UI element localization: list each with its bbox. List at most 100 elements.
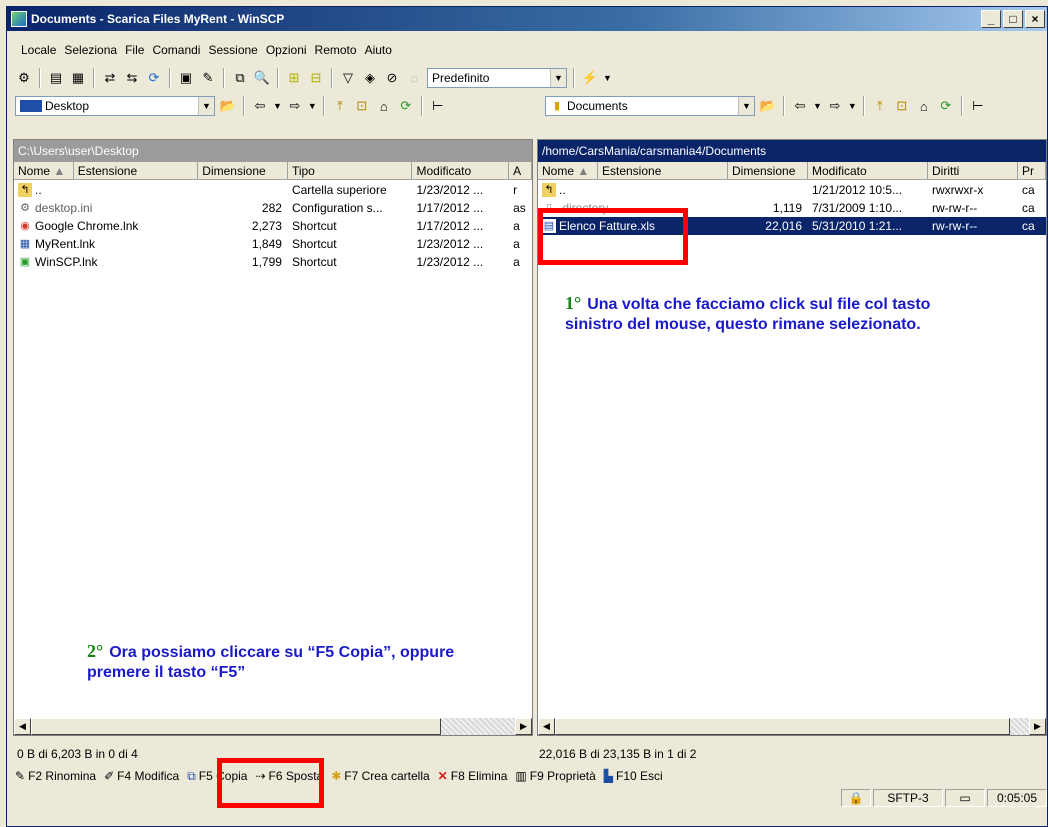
col-tipo[interactable]: Tipo — [288, 162, 413, 179]
col-dimensione[interactable]: Dimensione — [198, 162, 288, 179]
col-estensione[interactable]: Estensione — [598, 162, 728, 179]
preferences-gear-icon[interactable]: ⚙ — [15, 69, 33, 87]
chevron-down-icon[interactable]: ▼ — [198, 97, 214, 115]
open-folder-icon[interactable]: 📂 — [219, 97, 237, 115]
rename-icon: ✎ — [15, 769, 26, 783]
refresh-icon[interactable]: ⟳ — [145, 69, 163, 87]
menu-sessione[interactable]: Sessione — [204, 43, 261, 57]
refresh-icon[interactable]: ⟳ — [937, 97, 955, 115]
chevron-down-icon[interactable]: ▼ — [308, 101, 317, 111]
col-attributi[interactable]: A — [509, 162, 533, 179]
transfer-options-icon[interactable]: ⚡ — [581, 69, 599, 87]
console-icon[interactable]: ▤ — [47, 69, 65, 87]
menu-opzioni[interactable]: Opzioni — [262, 43, 311, 57]
chevron-down-icon[interactable]: ▼ — [738, 97, 754, 115]
table-row[interactable]: ↰.. Cartella superiore 1/23/2012 ... r — [14, 181, 532, 199]
sessions-icon[interactable]: ⧉ — [231, 69, 249, 87]
forward-arrow-icon[interactable]: ⇨ — [286, 97, 304, 115]
parent-dir-icon[interactable]: ⤒ — [331, 97, 349, 115]
forward-arrow-icon[interactable]: ⇨ — [826, 97, 844, 115]
left-location-value: Desktop — [45, 99, 90, 113]
chevron-down-icon[interactable]: ▼ — [550, 69, 566, 87]
col-modificato[interactable]: Modificato — [808, 162, 928, 179]
chevron-down-icon[interactable]: ▼ — [813, 101, 822, 111]
scroll-left-icon[interactable]: ◀ — [14, 718, 31, 735]
clear-filter-icon[interactable]: ⊘ — [383, 69, 401, 87]
settings-file-icon: ⚙ — [20, 202, 30, 215]
col-nome[interactable]: Nome ▲ — [14, 162, 74, 179]
find-icon[interactable]: 🔍 — [253, 69, 271, 87]
tree-icon[interactable]: ⊢ — [429, 97, 447, 115]
table-row[interactable]: ▣ WinSCP.lnk 1,799 Shortcut 1/23/2012 ...… — [14, 253, 532, 271]
right-location-combo[interactable]: ▮ Documents ▼ — [545, 96, 755, 116]
root-dir-icon[interactable]: ⊡ — [353, 97, 371, 115]
table-row[interactable]: ⚙ desktop.ini 282 Configuration s... 1/17… — [14, 199, 532, 217]
chevron-down-icon[interactable]: ▼ — [603, 73, 612, 83]
menu-aiuto[interactable]: Aiuto — [361, 43, 396, 57]
highlight-box-f5-copia — [217, 758, 324, 808]
right-column-headers: Nome ▲ Estensione Dimensione Modificato … — [538, 162, 1046, 180]
scroll-right-icon[interactable]: ▶ — [1029, 718, 1046, 735]
menu-bar: Locale Seleziona File Comandi Sessione O… — [7, 40, 396, 60]
title-bar[interactable]: Documents - Scarica Files MyRent - WinSC… — [7, 7, 1047, 31]
right-horizontal-scrollbar[interactable]: ◀ ▶ — [538, 718, 1046, 735]
root-dir-icon[interactable]: ⊡ — [893, 97, 911, 115]
terminal-icon[interactable]: ▣ — [177, 69, 195, 87]
parent-dir-icon[interactable]: ⤒ — [871, 97, 889, 115]
sort-asc-icon: ▲ — [53, 164, 66, 178]
scroll-thumb[interactable] — [555, 718, 1010, 735]
exit-button[interactable]: ▙ F10 Esci — [604, 769, 663, 783]
menu-file[interactable]: File — [121, 43, 148, 57]
col-proprietario[interactable]: Pr — [1018, 162, 1046, 179]
col-modificato[interactable]: Modificato — [412, 162, 510, 179]
menu-seleziona[interactable]: Seleziona — [60, 43, 121, 57]
chevron-down-icon[interactable]: ▼ — [273, 101, 282, 111]
open-folder-icon[interactable]: 📂 — [759, 97, 777, 115]
select-minus-icon[interactable]: ⊟ — [307, 69, 325, 87]
chevron-down-icon[interactable]: ▼ — [848, 101, 857, 111]
properties-button[interactable]: ▥ F9 Proprietà — [515, 769, 595, 783]
minimize-button[interactable]: _ — [981, 10, 1001, 28]
highlight-box-selected-file — [538, 208, 688, 265]
tree-icon[interactable]: ⊢ — [969, 97, 987, 115]
refresh-icon[interactable]: ⟳ — [397, 97, 415, 115]
filter-icon[interactable]: ▽ — [339, 69, 357, 87]
home-icon[interactable]: ⌂ — [375, 97, 393, 115]
rename-button[interactable]: ✎ F2 Rinomina — [15, 769, 96, 783]
main-toolbar: ⚙ ▤ ▦ ⇄ ⇆ ⟳ ▣ ✎ ⧉ 🔍 ⊞ ⊟ ▽ ◈ ⊘ ◌ Predefin… — [7, 65, 612, 91]
home-icon[interactable]: ⌂ — [915, 97, 933, 115]
menu-remoto[interactable]: Remoto — [311, 43, 361, 57]
menu-locale[interactable]: Locale — [17, 43, 60, 57]
col-diritti[interactable]: Diritti — [928, 162, 1018, 179]
select-plus-icon[interactable]: ⊞ — [285, 69, 303, 87]
table-row[interactable]: ▦ MyRent.lnk 1,849 Shortcut 1/23/2012 ...… — [14, 235, 532, 253]
back-arrow-icon[interactable]: ⇦ — [251, 97, 269, 115]
maximize-button[interactable]: □ — [1003, 10, 1023, 28]
shortcut-icon: ▦ — [19, 238, 31, 251]
table-row[interactable]: ◉ Google Chrome.lnk 2,273 Shortcut 1/17/2… — [14, 217, 532, 235]
scroll-thumb[interactable] — [31, 718, 441, 735]
create-folder-button[interactable]: ✱ F7 Crea cartella — [331, 769, 429, 783]
back-arrow-icon[interactable]: ⇦ — [791, 97, 809, 115]
delete-button[interactable]: ✕ F8 Elimina — [438, 769, 508, 783]
col-estensione[interactable]: Estensione — [74, 162, 199, 179]
queue-icon[interactable]: ▦ — [69, 69, 87, 87]
edit-button[interactable]: ✐ F4 Modifica — [104, 769, 179, 783]
right-path-bar[interactable]: /home/CarsMania/carsmania4/Documents — [538, 140, 1046, 162]
left-path-bar[interactable]: C:\Users\user\Desktop — [14, 140, 532, 162]
toggle-icon[interactable]: ◈ — [361, 69, 379, 87]
left-location-combo[interactable]: Desktop ▼ — [15, 96, 215, 116]
col-nome[interactable]: Nome ▲ — [538, 162, 598, 179]
transfer-settings-combo[interactable]: Predefinito ▼ — [427, 68, 567, 88]
left-horizontal-scrollbar[interactable]: ◀ ▶ — [14, 718, 532, 735]
scroll-left-icon[interactable]: ◀ — [538, 718, 555, 735]
menu-comandi[interactable]: Comandi — [148, 43, 204, 57]
table-row[interactable]: ↰.. 1/21/2012 10:5... rwxrwxr-x ca — [538, 181, 1046, 199]
putty-icon[interactable]: ✎ — [199, 69, 217, 87]
step-2-text: Ora possiamo cliccare su “F5 Copia”, opp… — [87, 644, 455, 681]
scroll-right-icon[interactable]: ▶ — [515, 718, 532, 735]
col-dimensione[interactable]: Dimensione — [728, 162, 808, 179]
compare-dirs-icon[interactable]: ⇄ — [101, 69, 119, 87]
close-button[interactable]: × — [1025, 10, 1045, 28]
synchronize-icon[interactable]: ⇆ — [123, 69, 141, 87]
